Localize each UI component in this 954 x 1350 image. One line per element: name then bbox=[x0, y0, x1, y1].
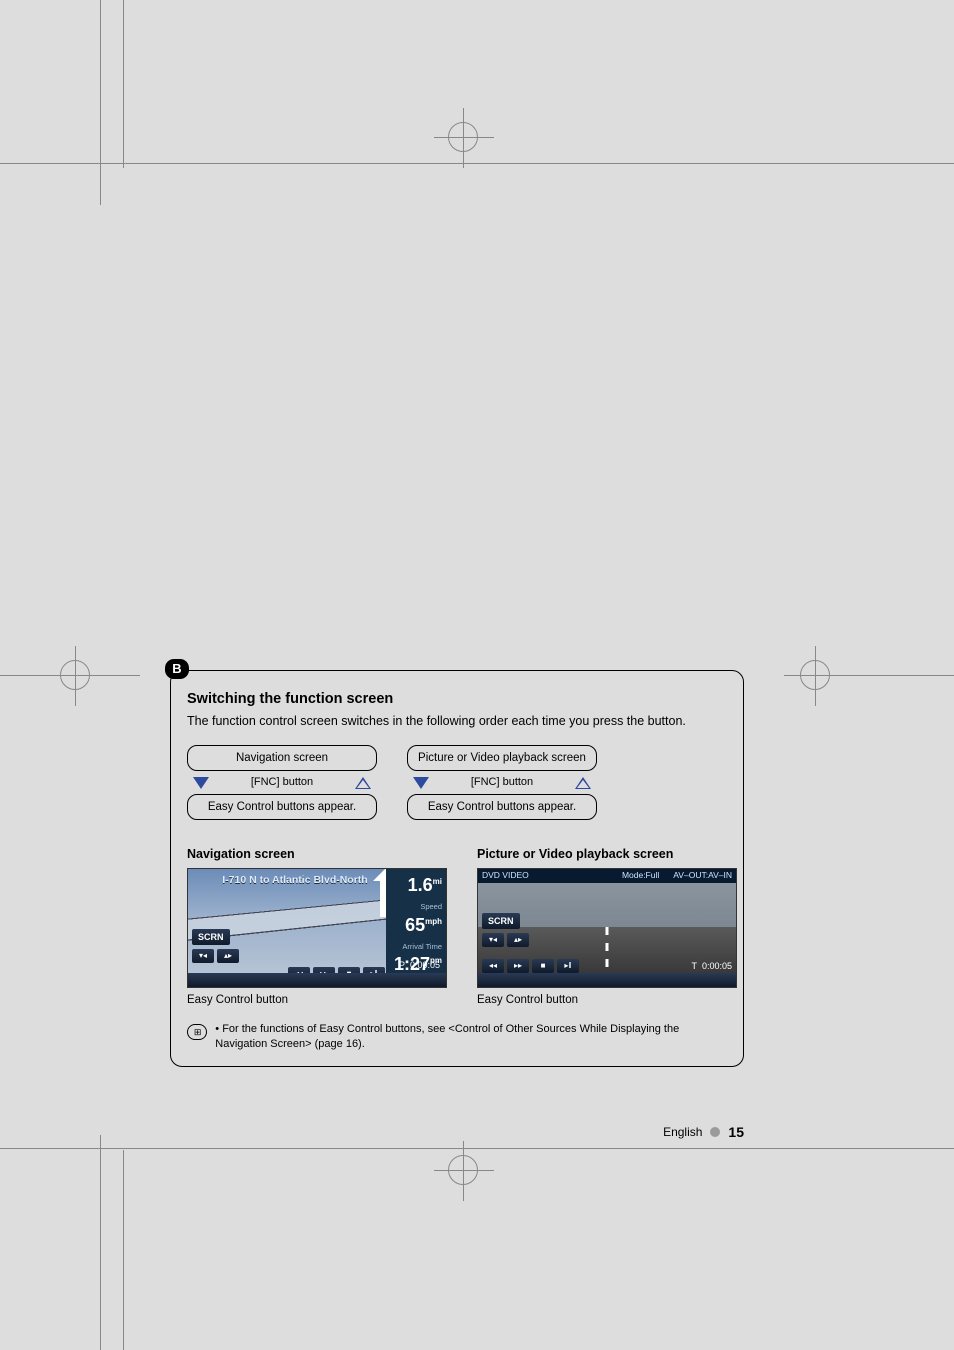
flow-video-mid: [FNC] button bbox=[407, 775, 597, 790]
nav-title: I-710 N to Atlantic Blvd-North bbox=[194, 873, 396, 888]
arrow-down-icon bbox=[193, 777, 209, 789]
flow-video-top: Picture or Video playback screen bbox=[407, 745, 597, 771]
note-row: ⊞ • For the functions of Easy Control bu… bbox=[187, 1022, 727, 1052]
video-topbar: DVD VIDEO Mode:Full AV–OUT:AV–IN bbox=[478, 869, 736, 883]
note-icon: ⊞ bbox=[187, 1024, 207, 1040]
nav-distance-unit: mi bbox=[433, 877, 442, 886]
example-navigation-heading: Navigation screen bbox=[187, 846, 447, 864]
note-bullet: • bbox=[215, 1023, 219, 1035]
example-navigation-caption: Easy Control button bbox=[187, 992, 447, 1008]
arrow-up-icon bbox=[355, 777, 371, 789]
section-description: The function control screen switches in … bbox=[187, 713, 727, 731]
flow-navigation-mid-label: [FNC] button bbox=[251, 775, 313, 790]
section-badge: B bbox=[165, 659, 189, 679]
nav-arrival-label: Arrival Time bbox=[390, 942, 442, 953]
tune-next-button[interactable]: ▴▸ bbox=[217, 949, 239, 963]
example-video: Picture or Video playback screen DVD VID… bbox=[477, 846, 737, 1008]
tune-prev-button[interactable]: ▾◂ bbox=[192, 949, 214, 963]
video-tune-controls: ▾◂ ▴▸ bbox=[482, 933, 529, 947]
stop-button[interactable]: ■ bbox=[532, 959, 554, 973]
page-footer: English 15 bbox=[663, 1124, 744, 1140]
video-t-label: T bbox=[691, 961, 697, 971]
tune-prev-button[interactable]: ▾◂ bbox=[482, 933, 504, 947]
flow-navigation-top: Navigation screen bbox=[187, 745, 377, 771]
video-screenshot: DVD VIDEO Mode:Full AV–OUT:AV–IN SCRN ▾◂… bbox=[477, 868, 737, 988]
nav-speed-unit: mph bbox=[425, 917, 442, 926]
flow-col-video: Picture or Video playback screen [FNC] b… bbox=[407, 745, 597, 821]
example-navigation: Navigation screen I-710 N to Atlantic Bl… bbox=[187, 846, 447, 1008]
nav-distance-value: 1.6 bbox=[408, 875, 433, 895]
footer-page-number: 15 bbox=[728, 1124, 744, 1140]
section-title: Switching the function screen bbox=[187, 689, 727, 709]
section-b-box: B Switching the function screen The func… bbox=[170, 670, 744, 1067]
tune-next-button[interactable]: ▴▸ bbox=[507, 933, 529, 947]
scrn-button[interactable]: SCRN bbox=[192, 929, 230, 946]
flow-video-mid-label: [FNC] button bbox=[471, 775, 533, 790]
examples-row: Navigation screen I-710 N to Atlantic Bl… bbox=[187, 846, 727, 1008]
nav-p-time: 0:00:05 bbox=[410, 960, 440, 970]
arrow-down-icon bbox=[413, 777, 429, 789]
video-avout-label: AV–OUT:AV–IN bbox=[673, 870, 732, 882]
nav-speed-value: 65 bbox=[405, 915, 425, 935]
video-source-label: DVD VIDEO bbox=[482, 870, 529, 882]
video-mode-label: Mode:Full bbox=[622, 870, 659, 882]
prev-button[interactable]: ◂◂ bbox=[482, 959, 504, 973]
example-video-heading: Picture or Video playback screen bbox=[477, 846, 737, 864]
nav-speed-label: Speed bbox=[390, 902, 442, 913]
flow-video-bottom: Easy Control buttons appear. bbox=[407, 794, 597, 820]
note-text: • For the functions of Easy Control butt… bbox=[215, 1022, 727, 1052]
scrn-button[interactable]: SCRN bbox=[482, 913, 520, 930]
example-video-caption: Easy Control button bbox=[477, 992, 737, 1008]
play-pause-button[interactable]: ▸ǁ bbox=[557, 959, 579, 973]
arrow-up-icon bbox=[575, 777, 591, 789]
flow-navigation-mid: [FNC] button bbox=[187, 775, 377, 790]
note-text-post: > (page 16). bbox=[305, 1038, 365, 1050]
flow-row: Navigation screen [FNC] button Easy Cont… bbox=[187, 745, 727, 821]
footer-dot-icon bbox=[710, 1127, 720, 1137]
next-button[interactable]: ▸▸ bbox=[507, 959, 529, 973]
note-text-pre: For the functions of Easy Control button… bbox=[222, 1023, 455, 1035]
video-playback-controls: ◂◂ ▸▸ ■ ▸ǁ bbox=[482, 959, 579, 973]
nav-p-label: P bbox=[399, 960, 405, 970]
video-t-time: 0:00:05 bbox=[702, 961, 732, 971]
flow-navigation-bottom: Easy Control buttons appear. bbox=[187, 794, 377, 820]
nav-tune-controls: ▾◂ ▴▸ bbox=[192, 949, 239, 963]
footer-language: English bbox=[663, 1125, 702, 1139]
navigation-screenshot: I-710 N to Atlantic Blvd-North 1.6mi Spe… bbox=[187, 868, 447, 988]
flow-col-navigation: Navigation screen [FNC] button Easy Cont… bbox=[187, 745, 377, 821]
